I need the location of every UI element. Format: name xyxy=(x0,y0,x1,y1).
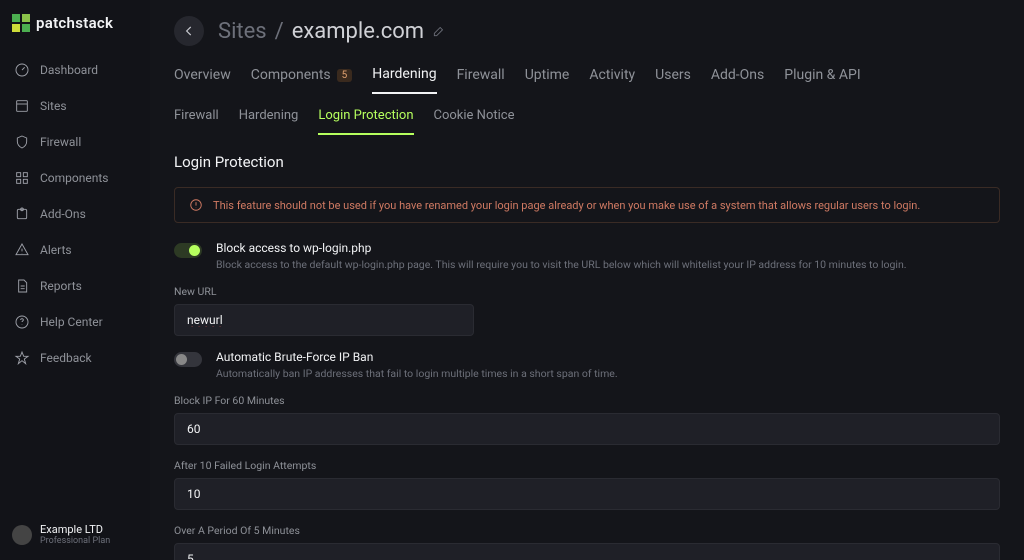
main-panel: Sites / example.com Overview Components … xyxy=(150,0,1024,560)
help-icon xyxy=(14,314,30,330)
logo-icon xyxy=(12,14,30,32)
failed-attempts-input[interactable] xyxy=(174,478,1000,510)
breadcrumb: Sites / example.com xyxy=(218,19,446,44)
tab-firewall[interactable]: Firewall xyxy=(457,66,505,94)
tab-components[interactable]: Components 5 xyxy=(251,66,353,94)
sidebar-item-firewall[interactable]: Firewall xyxy=(0,124,150,160)
new-url-label: New URL xyxy=(174,285,1000,298)
warning-text: This feature should not be used if you h… xyxy=(213,199,920,212)
account-name: Example LTD xyxy=(40,523,110,536)
sidebar: patchstack Dashboard Sites Firewall Comp… xyxy=(0,0,150,560)
sidebar-item-label: Components xyxy=(40,171,109,185)
sidebar-item-label: Reports xyxy=(40,279,82,293)
tab-plugin-api[interactable]: Plugin & API xyxy=(784,66,860,94)
star-icon xyxy=(14,350,30,366)
subtab-hardening[interactable]: Hardening xyxy=(239,108,299,135)
block-minutes-label: Block IP For 60 Minutes xyxy=(174,394,1000,407)
subtab-cookie-notice[interactable]: Cookie Notice xyxy=(434,108,515,135)
toggle-bruteforce-ban[interactable] xyxy=(174,352,202,367)
subtab-firewall[interactable]: Firewall xyxy=(174,108,219,135)
tab-hardening[interactable]: Hardening xyxy=(372,66,436,94)
sidebar-item-components[interactable]: Components xyxy=(0,160,150,196)
tab-addons[interactable]: Add-Ons xyxy=(711,66,764,94)
sidebar-item-label: Dashboard xyxy=(40,63,98,77)
components-badge: 5 xyxy=(337,69,353,82)
back-button[interactable] xyxy=(174,16,204,46)
sidebar-item-label: Alerts xyxy=(40,243,72,257)
sidebar-item-alerts[interactable]: Alerts xyxy=(0,232,150,268)
breadcrumb-root[interactable]: Sites xyxy=(218,19,267,44)
edit-icon[interactable] xyxy=(432,24,446,38)
tab-users[interactable]: Users xyxy=(655,66,691,94)
avatar xyxy=(12,525,32,545)
bruteforce-title: Automatic Brute-Force IP Ban xyxy=(216,350,618,364)
breadcrumb-site: example.com xyxy=(292,19,424,44)
sidebar-item-feedback[interactable]: Feedback xyxy=(0,340,150,376)
warning-icon xyxy=(189,198,203,212)
page-header: Sites / example.com xyxy=(150,0,1024,52)
grid-icon xyxy=(14,170,30,186)
sidebar-item-label: Help Center xyxy=(40,315,103,329)
logo[interactable]: patchstack xyxy=(0,0,150,46)
sidebar-item-addons[interactable]: Add-Ons xyxy=(0,196,150,232)
layout-icon xyxy=(14,98,30,114)
sidebar-item-label: Feedback xyxy=(40,351,92,365)
sidebar-item-label: Add-Ons xyxy=(40,207,86,221)
period-input[interactable] xyxy=(174,543,1000,560)
tabs-sub: Firewall Hardening Login Protection Cook… xyxy=(150,94,1024,135)
new-url-input[interactable] xyxy=(174,304,474,336)
sidebar-item-dashboard[interactable]: Dashboard xyxy=(0,52,150,88)
toggle-block-wp-login[interactable] xyxy=(174,243,202,258)
gauge-icon xyxy=(14,62,30,78)
brand-name: patchstack xyxy=(36,14,113,32)
block-minutes-input[interactable] xyxy=(174,413,1000,445)
puzzle-icon xyxy=(14,206,30,222)
account-switcher[interactable]: Example LTD Professional Plan xyxy=(0,509,150,560)
block-login-title: Block access to wp-login.php xyxy=(216,241,907,255)
warning-banner: This feature should not be used if you h… xyxy=(174,187,1000,223)
subtab-login-protection[interactable]: Login Protection xyxy=(318,108,413,135)
bruteforce-desc: Automatically ban IP addresses that fail… xyxy=(216,367,618,380)
failed-attempts-label: After 10 Failed Login Attempts xyxy=(174,459,1000,472)
sidebar-item-sites[interactable]: Sites xyxy=(0,88,150,124)
sidebar-item-label: Firewall xyxy=(40,135,81,149)
breadcrumb-sep: / xyxy=(275,19,284,44)
sidebar-item-help[interactable]: Help Center xyxy=(0,304,150,340)
section-title: Login Protection xyxy=(174,153,1000,171)
tabs-main: Overview Components 5 Hardening Firewall… xyxy=(150,52,1024,94)
period-label: Over A Period Of 5 Minutes xyxy=(174,524,1000,537)
tab-overview[interactable]: Overview xyxy=(174,66,231,94)
shield-icon xyxy=(14,134,30,150)
sidebar-item-label: Sites xyxy=(40,99,67,113)
sidebar-nav: Dashboard Sites Firewall Components Add-… xyxy=(0,46,150,382)
block-login-desc: Block access to the default wp-login.php… xyxy=(216,258,907,271)
alert-icon xyxy=(14,242,30,258)
file-icon xyxy=(14,278,30,294)
sidebar-item-reports[interactable]: Reports xyxy=(0,268,150,304)
account-plan: Professional Plan xyxy=(40,536,110,546)
tab-uptime[interactable]: Uptime xyxy=(525,66,570,94)
tab-activity[interactable]: Activity xyxy=(589,66,635,94)
